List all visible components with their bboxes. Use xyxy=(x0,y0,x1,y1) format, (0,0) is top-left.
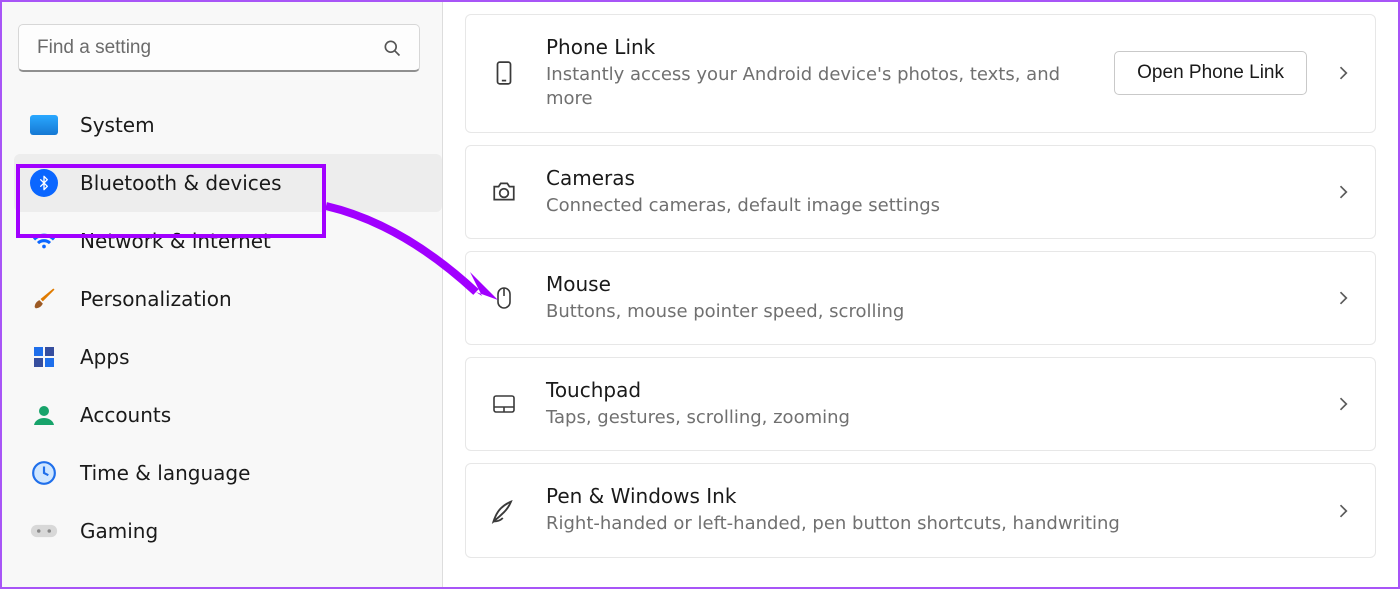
card-subtitle: Buttons, mouse pointer speed, scrolling xyxy=(546,300,1186,324)
chevron-right-icon xyxy=(1333,394,1353,414)
card-subtitle: Right-handed or left-handed, pen button … xyxy=(546,512,1186,536)
sidebar-item-time-language[interactable]: Time & language xyxy=(14,444,442,502)
chevron-right-icon xyxy=(1333,63,1353,83)
sidebar-item-personalization[interactable]: Personalization xyxy=(14,270,442,328)
search-input[interactable] xyxy=(18,24,420,72)
sidebar-item-label: System xyxy=(80,113,155,137)
sidebar-item-label: Gaming xyxy=(80,519,158,543)
card-body: Pen & Windows Ink Right-handed or left-h… xyxy=(546,484,1307,536)
gamepad-icon xyxy=(30,517,58,545)
touchpad-icon xyxy=(488,388,520,420)
mouse-icon xyxy=(488,282,520,314)
card-body: Touchpad Taps, gestures, scrolling, zoom… xyxy=(546,378,1307,430)
account-icon xyxy=(30,401,58,429)
chevron-right-icon xyxy=(1333,288,1353,308)
chevron-right-icon xyxy=(1333,501,1353,521)
card-body: Mouse Buttons, mouse pointer speed, scro… xyxy=(546,272,1307,324)
main-panel: Phone Link Instantly access your Android… xyxy=(442,2,1398,587)
card-body: Cameras Connected cameras, default image… xyxy=(546,166,1307,218)
sidebar-item-network[interactable]: Network & internet xyxy=(14,212,442,270)
sidebar-item-gaming[interactable]: Gaming xyxy=(14,502,442,560)
card-title: Pen & Windows Ink xyxy=(546,484,1307,508)
card-title: Phone Link xyxy=(546,35,1088,59)
card-subtitle: Taps, gestures, scrolling, zooming xyxy=(546,406,1186,430)
camera-icon xyxy=(488,176,520,208)
sidebar-item-bluetooth-devices[interactable]: Bluetooth & devices xyxy=(14,154,442,212)
chevron-right-icon xyxy=(1333,182,1353,202)
bluetooth-icon xyxy=(30,169,58,197)
sidebar-item-label: Accounts xyxy=(80,403,171,427)
settings-window: System Bluetooth & devices Network & int… xyxy=(0,0,1400,589)
globe-clock-icon xyxy=(30,459,58,487)
search-wrap xyxy=(18,24,420,72)
card-body: Phone Link Instantly access your Android… xyxy=(546,35,1088,112)
sidebar-item-accounts[interactable]: Accounts xyxy=(14,386,442,444)
sidebar-item-label: Time & language xyxy=(80,461,250,485)
card-subtitle: Connected cameras, default image setting… xyxy=(546,194,1186,218)
phone-icon xyxy=(488,57,520,89)
apps-icon xyxy=(30,343,58,371)
card-subtitle: Instantly access your Android device's p… xyxy=(546,63,1088,112)
search-icon xyxy=(382,38,402,58)
sidebar: System Bluetooth & devices Network & int… xyxy=(2,2,442,587)
card-cameras[interactable]: Cameras Connected cameras, default image… xyxy=(465,145,1376,239)
pen-ink-icon xyxy=(488,495,520,527)
card-title: Touchpad xyxy=(546,378,1307,402)
sidebar-item-label: Bluetooth & devices xyxy=(80,171,282,195)
card-pen-ink[interactable]: Pen & Windows Ink Right-handed or left-h… xyxy=(465,463,1376,557)
card-actions: Open Phone Link xyxy=(1114,51,1353,95)
sidebar-item-label: Apps xyxy=(80,345,130,369)
paintbrush-icon xyxy=(30,285,58,313)
card-title: Cameras xyxy=(546,166,1307,190)
sidebar-nav: System Bluetooth & devices Network & int… xyxy=(14,96,442,560)
open-phone-link-button[interactable]: Open Phone Link xyxy=(1114,51,1307,95)
wifi-icon xyxy=(30,227,58,255)
monitor-icon xyxy=(30,111,58,139)
sidebar-item-label: Network & internet xyxy=(80,229,271,253)
sidebar-item-apps[interactable]: Apps xyxy=(14,328,442,386)
sidebar-item-label: Personalization xyxy=(80,287,232,311)
card-mouse[interactable]: Mouse Buttons, mouse pointer speed, scro… xyxy=(465,251,1376,345)
card-title: Mouse xyxy=(546,272,1307,296)
sidebar-item-system[interactable]: System xyxy=(14,96,442,154)
card-phone-link[interactable]: Phone Link Instantly access your Android… xyxy=(465,14,1376,133)
card-touchpad[interactable]: Touchpad Taps, gestures, scrolling, zoom… xyxy=(465,357,1376,451)
